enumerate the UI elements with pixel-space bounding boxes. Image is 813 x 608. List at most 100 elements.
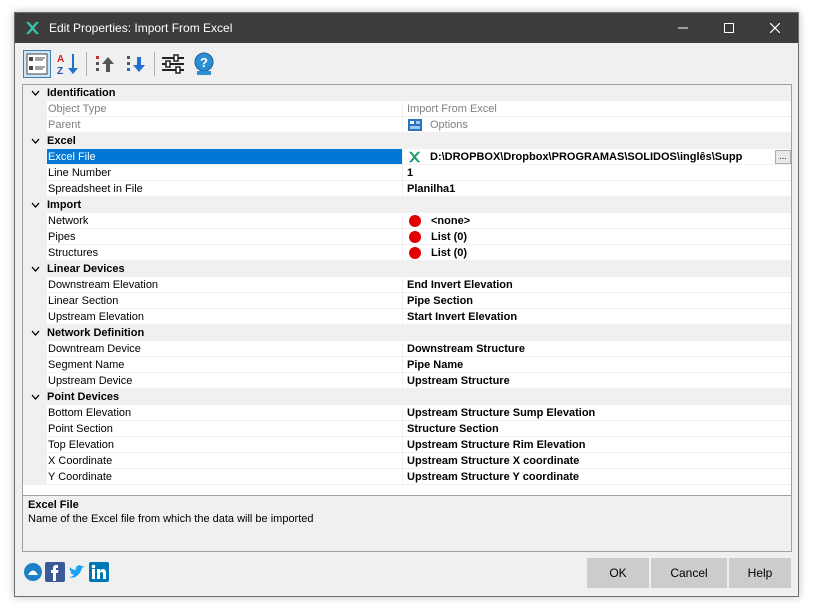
property-name: Point Section — [47, 421, 402, 437]
minimize-icon — [678, 27, 688, 29]
property-value[interactable]: Upstream Structure Rim Elevation — [402, 437, 791, 453]
property-value-text: Structure Section — [407, 422, 499, 435]
row-gutter — [23, 229, 47, 245]
property-row[interactable]: Network <none> — [23, 213, 791, 229]
property-value[interactable]: Start Invert Elevation — [402, 309, 791, 325]
settings-button[interactable] — [159, 50, 187, 78]
minimize-button[interactable] — [660, 13, 706, 43]
property-row[interactable]: Upstream Device Upstream Structure — [23, 373, 791, 389]
property-value-text: Pipe Name — [407, 358, 464, 371]
facebook-icon — [45, 562, 65, 582]
category-row[interactable]: Import — [23, 197, 791, 213]
facebook-link[interactable] — [45, 562, 65, 582]
property-value[interactable]: List (0) — [402, 229, 791, 245]
property-value[interactable]: Pipe Section — [402, 293, 791, 309]
window-title: Edit Properties: Import From Excel — [49, 21, 233, 35]
property-value[interactable]: Pipe Name — [402, 357, 791, 373]
property-row[interactable]: Y Coordinate Upstream Structure Y coordin… — [23, 469, 791, 485]
dialog-buttons: OK Cancel Help — [585, 558, 791, 588]
property-name: Excel File — [47, 149, 402, 165]
property-value[interactable]: Upstream Structure X coordinate — [402, 453, 791, 469]
row-gutter — [23, 437, 47, 453]
property-row[interactable]: Linear Section Pipe Section — [23, 293, 791, 309]
property-name: Spreadsheet in File — [47, 181, 402, 197]
sliders-icon — [162, 54, 184, 74]
property-name: Downstream Elevation — [47, 277, 402, 293]
move-down-button[interactable] — [122, 50, 150, 78]
toolbar: A Z ? — [23, 47, 253, 81]
row-gutter — [23, 181, 47, 197]
property-row[interactable]: Bottom Elevation Upstream Structure Sump … — [23, 405, 791, 421]
property-name: Y Coordinate — [47, 469, 402, 485]
svg-text:?: ? — [200, 55, 208, 70]
alphabetical-button[interactable]: A Z — [54, 50, 82, 78]
property-row[interactable]: Line Number 1 — [23, 165, 791, 181]
property-value[interactable]: Downstream Structure — [402, 341, 791, 357]
category-row[interactable]: Linear Devices — [23, 261, 791, 277]
category-label: Identification — [47, 87, 116, 99]
property-value: Options — [402, 117, 791, 133]
property-row[interactable]: Downtream Device Downstream Structure — [23, 341, 791, 357]
property-grid[interactable]: Identification Object Type Import From Exc… — [22, 84, 792, 496]
browse-button[interactable]: ... — [775, 149, 791, 164]
category-row[interactable]: Excel — [23, 133, 791, 149]
row-gutter — [23, 245, 47, 261]
row-gutter — [23, 293, 47, 309]
linkedin-link[interactable] — [89, 562, 109, 582]
property-name: Network — [47, 213, 402, 229]
property-value[interactable]: Upstream Structure Y coordinate — [402, 469, 791, 485]
twitter-link[interactable] — [67, 562, 87, 582]
property-row[interactable]: Structures List (0) — [23, 245, 791, 261]
property-value[interactable]: End Invert Elevation — [402, 277, 791, 293]
social-links — [23, 562, 111, 582]
help-topic-button[interactable]: ? — [190, 50, 218, 78]
property-row[interactable]: Object Type Import From Excel — [23, 101, 791, 117]
property-value[interactable]: List (0) — [402, 245, 791, 261]
company-link[interactable] — [23, 562, 43, 582]
property-row[interactable]: Excel File D:\DROPBOX\Dropbox\PROGRAMAS\S… — [23, 149, 791, 165]
property-name: Bottom Elevation — [47, 405, 402, 421]
property-row[interactable]: Top Elevation Upstream Structure Rim Elev… — [23, 437, 791, 453]
cancel-button[interactable]: Cancel — [651, 558, 727, 588]
property-value[interactable]: 1 — [402, 165, 791, 181]
category-row[interactable]: Network Definition — [23, 325, 791, 341]
category-row[interactable]: Identification — [23, 85, 791, 101]
category-row[interactable]: Point Devices — [23, 389, 791, 405]
property-value[interactable]: <none> — [402, 213, 791, 229]
chevron-down-icon[interactable] — [23, 391, 47, 403]
property-row[interactable]: Point Section Structure Section — [23, 421, 791, 437]
property-value[interactable]: D:\DROPBOX\Dropbox\PROGRAMAS\SOLIDOS\ing… — [402, 149, 791, 165]
chevron-down-icon[interactable] — [23, 327, 47, 339]
property-row[interactable]: Spreadsheet in File Planilha1 — [23, 181, 791, 197]
maximize-button[interactable] — [706, 13, 752, 43]
property-name: Linear Section — [47, 293, 402, 309]
property-row[interactable]: Parent Options — [23, 117, 791, 133]
row-gutter — [23, 213, 47, 229]
row-gutter — [23, 357, 47, 373]
chevron-down-icon[interactable] — [23, 135, 47, 147]
property-row[interactable]: Upstream Elevation Start Invert Elevation — [23, 309, 791, 325]
property-value[interactable]: Upstream Structure — [402, 373, 791, 389]
property-row[interactable]: Segment Name Pipe Name — [23, 357, 791, 373]
property-value-text: Upstream Structure Sump Elevation — [407, 406, 596, 419]
chevron-down-icon[interactable] — [23, 87, 47, 99]
ok-button[interactable]: OK — [587, 558, 649, 588]
move-up-button[interactable] — [91, 50, 119, 78]
categorized-button[interactable] — [23, 50, 51, 78]
property-value[interactable]: Structure Section — [402, 421, 791, 437]
svg-text:Z: Z — [57, 66, 63, 76]
title-bar[interactable]: Edit Properties: Import From Excel — [15, 13, 798, 43]
property-value[interactable]: Planilha1 — [402, 181, 791, 197]
property-value[interactable]: Upstream Structure Sump Elevation — [402, 405, 791, 421]
category-label: Network Definition — [47, 327, 145, 339]
close-button[interactable] — [752, 13, 798, 43]
chevron-down-icon[interactable] — [23, 263, 47, 275]
sort-az-icon: A Z — [57, 54, 78, 76]
property-name: Line Number — [47, 165, 402, 181]
chevron-down-icon[interactable] — [23, 199, 47, 211]
help-button[interactable]: Help — [729, 558, 791, 588]
move-up-icon — [96, 56, 114, 72]
property-row[interactable]: X Coordinate Upstream Structure X coordin… — [23, 453, 791, 469]
property-row[interactable]: Downstream Elevation End Invert Elevation — [23, 277, 791, 293]
property-row[interactable]: Pipes List (0) — [23, 229, 791, 245]
